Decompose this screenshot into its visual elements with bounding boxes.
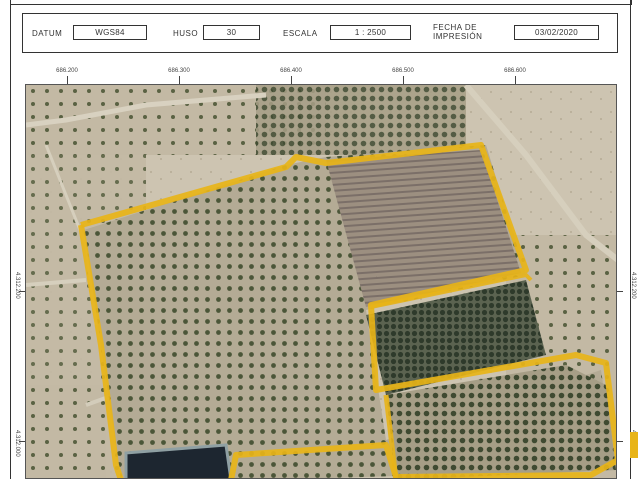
page-frame-right bbox=[630, 0, 631, 479]
huso-label: HUSO bbox=[173, 29, 199, 38]
fecha-label-line1: FECHA DE bbox=[433, 23, 478, 32]
x-coord-label: 686.200 bbox=[56, 68, 78, 74]
x-coord-tick bbox=[291, 76, 292, 84]
map-info-header: DATUM WGS84 HUSO 30 ESCALA 1 : 2500 FECH… bbox=[22, 13, 618, 53]
aerial-map[interactable] bbox=[25, 84, 617, 479]
x-coord-label: 686.500 bbox=[392, 68, 414, 74]
x-coord-label: 686.400 bbox=[280, 68, 302, 74]
x-coord-tick bbox=[403, 76, 404, 84]
page-frame-left bbox=[10, 0, 11, 479]
x-coord-tick bbox=[67, 76, 68, 84]
y-coord-label-left: 4.312.000 bbox=[14, 430, 20, 457]
y-coord-label-left: 4.312.200 bbox=[14, 272, 20, 299]
x-coord-tick bbox=[515, 76, 516, 84]
x-coord-label: 686.300 bbox=[168, 68, 190, 74]
escala-label: ESCALA bbox=[283, 29, 318, 38]
y-coord-label-right: 4.312.200 bbox=[630, 272, 636, 299]
aerial-map-canvas bbox=[26, 85, 616, 478]
x-coord-label: 686.600 bbox=[504, 68, 526, 74]
escala-value: 1 : 2500 bbox=[330, 25, 411, 40]
datum-label: DATUM bbox=[32, 29, 63, 38]
datum-value: WGS84 bbox=[73, 25, 147, 40]
x-coord-tick bbox=[179, 76, 180, 84]
fecha-label-line2: IMPRESIÓN bbox=[433, 32, 483, 41]
huso-value: 30 bbox=[203, 25, 260, 40]
highlight-marker bbox=[630, 432, 638, 458]
y-coord-tick bbox=[617, 441, 623, 442]
y-coord-tick bbox=[617, 291, 623, 292]
fecha-value: 03/02/2020 bbox=[514, 25, 599, 40]
page-frame-top bbox=[10, 0, 632, 5]
